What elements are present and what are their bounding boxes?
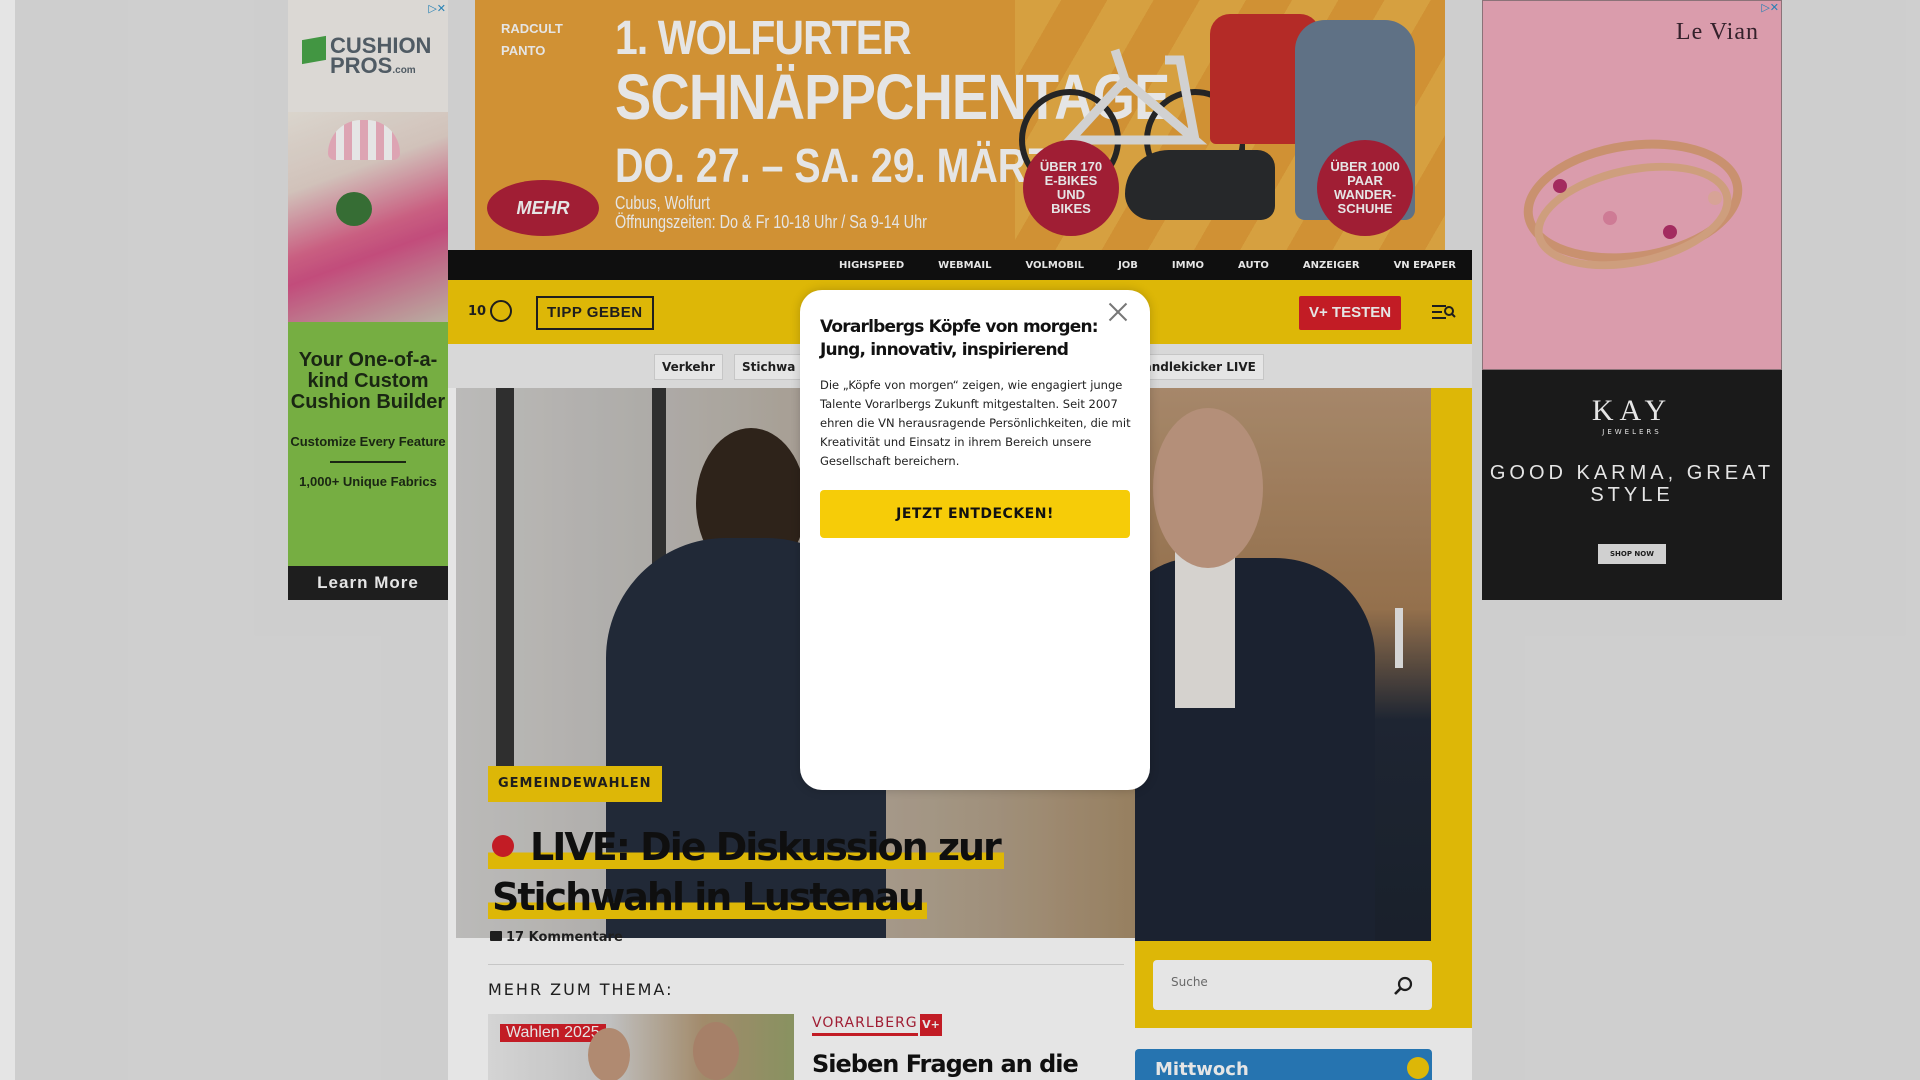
promo-modal: Vorarlbergs Köpfe von morgen: Jung, inno… [800, 290, 1150, 790]
modal-title: Vorarlbergs Köpfe von morgen: Jung, inno… [820, 317, 1099, 360]
modal-body: Die „Köpfe von morgen“ zeigen, wie engag… [820, 378, 1131, 468]
jetzt-entdecken-button[interactable]: JETZT ENTDECKEN! [820, 490, 1130, 538]
